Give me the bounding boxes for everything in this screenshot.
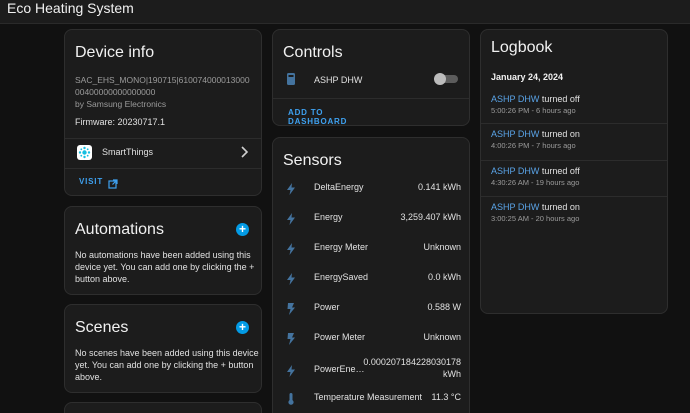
scripts-card — [64, 402, 262, 413]
logbook-action: turned on — [539, 202, 580, 212]
smartthings-icon — [77, 145, 92, 160]
device-info-title: Device info — [75, 44, 155, 61]
automations-card: Automations + No automations have been a… — [64, 206, 262, 295]
add-scene-button[interactable]: + — [236, 321, 249, 334]
logbook-divider — [481, 196, 667, 197]
add-to-dashboard-label: ADD TO DASHBOARD — [288, 108, 348, 126]
app-title: Eco Heating System — [7, 0, 134, 16]
sensor-row-energy[interactable]: Energy 3,259.407 kWh — [273, 203, 469, 233]
thermometer-icon — [286, 392, 296, 405]
sensor-value: 3,259.407 kWh — [400, 212, 461, 222]
scenes-empty-line1: No scenes have been added using this dev… — [75, 348, 259, 358]
chevron-right-icon — [239, 145, 249, 159]
scenes-empty-line2: yet. You can add one by clicking the + b… — [75, 360, 254, 370]
device-model-line1: SAC_EHS_MONO|190715|610074000013000 — [75, 75, 250, 85]
flash-icon — [286, 212, 296, 225]
logbook-title: Logbook — [491, 39, 553, 56]
sensor-name: Temperature Measurement — [314, 392, 423, 402]
logbook-action: turned off — [539, 94, 580, 104]
add-automation-button[interactable]: + — [236, 223, 249, 236]
power-icon — [286, 332, 296, 345]
sensor-name: Power Meter — [314, 332, 366, 342]
logbook-time: 4:00:26 PM - 7 hours ago — [491, 141, 576, 150]
logbook-entry[interactable]: ASHP DHW turned on 3:00:25 AM - 20 hours… — [481, 202, 667, 232]
open-in-new-icon — [108, 176, 118, 189]
app-header: Eco Heating System — [0, 0, 690, 24]
power-icon — [286, 302, 296, 315]
add-to-dashboard-button[interactable]: ADD TO DASHBOARD — [283, 104, 383, 125]
sensor-row-powerenergy[interactable]: PowerEne… 0.000207184228030178 kWh — [273, 353, 469, 385]
logbook-divider — [481, 123, 667, 124]
sensor-value: 11.3 °C — [431, 392, 461, 402]
logbook-entity-link[interactable]: ASHP DHW — [491, 166, 539, 176]
automations-title: Automations — [75, 221, 164, 238]
sensor-value: Unknown — [423, 242, 461, 252]
scenes-title: Scenes — [75, 319, 129, 336]
sensor-row-power-meter[interactable]: Power Meter Unknown — [273, 323, 469, 353]
visit-divider — [65, 168, 261, 169]
logbook-entry[interactable]: ASHP DHW turned off 4:30:26 AM - 19 hour… — [481, 166, 667, 196]
visit-label: VISIT — [79, 177, 104, 186]
logbook-time: 5:00:26 PM - 6 hours ago — [491, 106, 576, 115]
logbook-entity-link[interactable]: ASHP DHW — [491, 94, 539, 104]
scenes-empty-line3: above. — [75, 372, 103, 382]
sensor-value: 0.588 W — [427, 302, 461, 312]
controls-card: Controls ASHP DHW ADD TO DASHBOARD — [272, 29, 470, 126]
logbook-date: January 24, 2024 — [491, 72, 564, 82]
automations-empty-line3: button above. — [75, 274, 130, 284]
sensor-name: Power — [314, 302, 340, 312]
logbook-divider — [481, 160, 667, 161]
sensor-value-unit: kWh — [443, 369, 461, 379]
sensor-name: Energy Meter — [314, 242, 369, 252]
sensor-value: Unknown — [423, 332, 461, 342]
device-firmware: Firmware: 20230717.1 — [75, 117, 166, 127]
sensor-name: DeltaEnergy — [314, 182, 364, 192]
logbook-entry[interactable]: ASHP DHW turned on 4:00:26 PM - 7 hours … — [481, 129, 667, 159]
visit-button[interactable]: VISIT — [75, 174, 125, 190]
sensor-row-power[interactable]: Power 0.588 W — [273, 293, 469, 323]
logbook-action: turned on — [539, 129, 580, 139]
flash-icon — [286, 364, 296, 377]
sensor-value: 0.141 kWh — [417, 182, 461, 192]
automations-empty-line1: No automations have been added using thi… — [75, 250, 251, 260]
logbook-time: 4:30:26 AM - 19 hours ago — [491, 178, 580, 187]
logbook-time: 3:00:25 AM - 20 hours ago — [491, 214, 580, 223]
flash-icon — [286, 182, 296, 195]
sensor-row-deltaenergy[interactable]: DeltaEnergy 0.141 kWh — [273, 173, 469, 203]
switch-name: ASHP DHW — [314, 75, 363, 85]
controls-title: Controls — [283, 44, 343, 61]
water-heater-icon — [286, 72, 296, 86]
device-model-line2: 00400000000000000 — [75, 87, 156, 97]
integration-label: SmartThings — [102, 147, 154, 157]
controls-divider — [273, 98, 469, 99]
integration-row[interactable]: SmartThings — [65, 139, 261, 167]
sensor-name: PowerEne… — [314, 364, 365, 374]
sensor-name: Energy — [314, 212, 343, 222]
sensors-title: Sensors — [283, 152, 342, 169]
automations-empty-line2: device yet. You can add one by clicking … — [75, 262, 255, 272]
sensors-card: Sensors DeltaEnergy 0.141 kWh Energy 3,2… — [272, 137, 470, 413]
device-info-card: Device info SAC_EHS_MONO|190715|61007400… — [64, 29, 262, 196]
sensor-value: 0.000207184228030178 — [363, 357, 461, 367]
ashp-dhw-toggle[interactable] — [434, 73, 458, 85]
scenes-card: Scenes + No scenes have been added using… — [64, 304, 262, 393]
sensor-row-energy-meter[interactable]: Energy Meter Unknown — [273, 233, 469, 263]
sensor-value: 0.0 kWh — [427, 272, 461, 282]
logbook-action: turned off — [539, 166, 580, 176]
logbook-entity-link[interactable]: ASHP DHW — [491, 129, 539, 139]
sensor-row-temperature[interactable]: Temperature Measurement 11.3 °C — [273, 383, 469, 413]
sensor-name: EnergySaved — [314, 272, 369, 282]
flash-icon — [286, 242, 296, 255]
sensor-row-energysaved[interactable]: EnergySaved 0.0 kWh — [273, 263, 469, 293]
device-manufacturer: by Samsung Electronics — [75, 99, 167, 109]
flash-icon — [286, 272, 296, 285]
logbook-card: Logbook January 24, 2024 ASHP DHW turned… — [480, 29, 668, 314]
logbook-entry[interactable]: ASHP DHW turned off 5:00:26 PM - 6 hours… — [481, 94, 667, 124]
logbook-entity-link[interactable]: ASHP DHW — [491, 202, 539, 212]
